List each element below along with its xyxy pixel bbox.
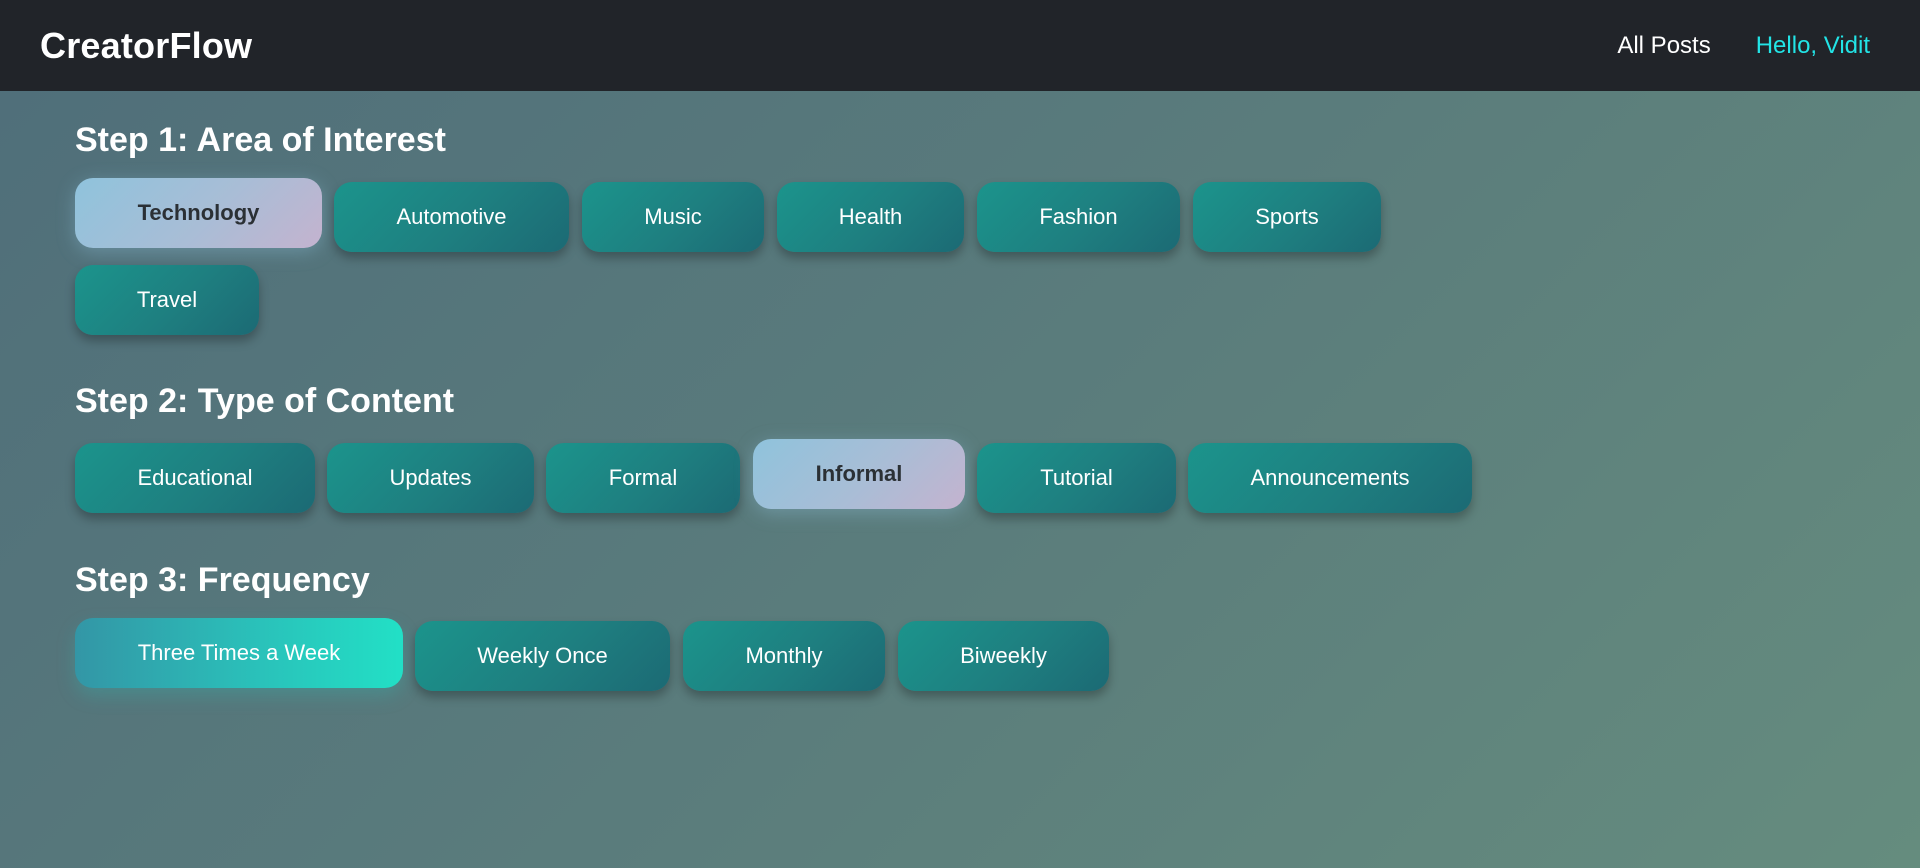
option-fashion[interactable]: Fashion bbox=[977, 182, 1180, 252]
nav-all-posts-link[interactable]: All Posts bbox=[1617, 32, 1710, 60]
nav-user-greeting[interactable]: Hello, Vidit bbox=[1756, 32, 1870, 60]
nav-links: All Posts Hello, Vidit bbox=[1617, 32, 1870, 60]
option-technology[interactable]: Technology bbox=[75, 178, 322, 248]
option-tutorial[interactable]: Tutorial bbox=[977, 443, 1176, 513]
option-updates[interactable]: Updates bbox=[327, 443, 534, 513]
option-sports[interactable]: Sports bbox=[1193, 182, 1381, 252]
step3-title: Step 3: Frequency bbox=[75, 561, 370, 599]
option-automotive[interactable]: Automotive bbox=[334, 182, 569, 252]
option-biweekly[interactable]: Biweekly bbox=[898, 621, 1109, 691]
option-educational[interactable]: Educational bbox=[75, 443, 315, 513]
option-announcements[interactable]: Announcements bbox=[1188, 443, 1472, 513]
option-health[interactable]: Health bbox=[777, 182, 964, 252]
step1-title: Step 1: Area of Interest bbox=[75, 121, 446, 159]
option-weekly-once[interactable]: Weekly Once bbox=[415, 621, 670, 691]
option-formal[interactable]: Formal bbox=[546, 443, 740, 513]
option-travel[interactable]: Travel bbox=[75, 265, 259, 335]
step2-title: Step 2: Type of Content bbox=[75, 382, 455, 420]
option-monthly[interactable]: Monthly bbox=[683, 621, 885, 691]
option-music[interactable]: Music bbox=[582, 182, 764, 252]
navbar: CreatorFlow All Posts Hello, Vidit bbox=[0, 0, 1920, 91]
option-three-times-a-week[interactable]: Three Times a Week bbox=[75, 618, 403, 688]
option-informal[interactable]: Informal bbox=[753, 439, 965, 509]
brand-logo[interactable]: CreatorFlow bbox=[40, 25, 252, 67]
